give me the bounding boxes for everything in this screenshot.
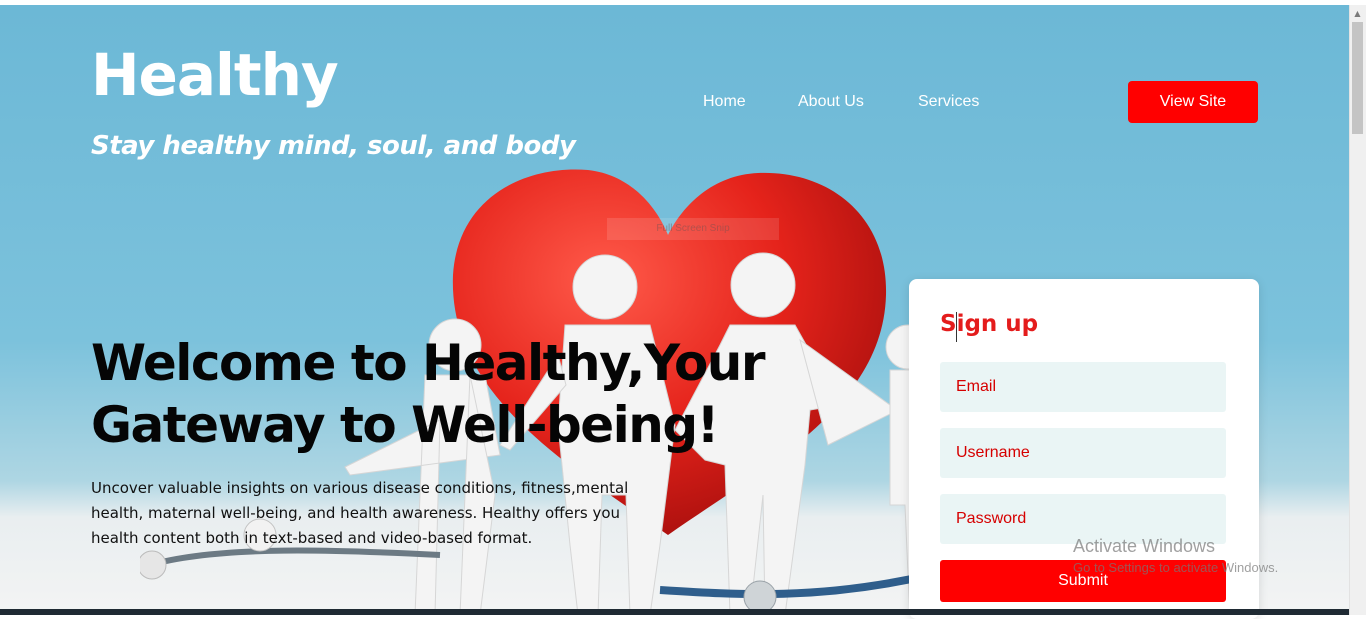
site-logo[interactable]: Healthy [91, 46, 339, 104]
view-site-button[interactable]: View Site [1128, 81, 1258, 123]
email-field[interactable] [940, 362, 1226, 412]
text-cursor [956, 312, 957, 342]
scrollbar-thumb[interactable] [1352, 22, 1363, 134]
activate-windows-title: Activate Windows [1073, 536, 1216, 556]
signup-title: Sign up [940, 311, 1039, 337]
nav-services-link[interactable]: Services [918, 93, 979, 111]
nav-about-us-link[interactable]: About Us [798, 93, 864, 111]
scroll-up-arrow-icon[interactable]: ▲ [1349, 8, 1366, 20]
nav-home-link[interactable]: Home [703, 93, 746, 111]
snip-overlay: Full Screen Snip [607, 218, 779, 240]
username-field[interactable] [940, 428, 1226, 478]
hero-headline: Welcome to Healthy,Your Gateway to Well-… [91, 334, 766, 454]
activate-windows-subtitle: Go to Settings to activate Windows. [1073, 560, 1279, 575]
taskbar-edge [0, 609, 1349, 615]
hero-description: Uncover valuable insights on various dis… [91, 479, 629, 547]
tagline: Stay healthy mind, soul, and body [91, 131, 576, 161]
activate-windows-watermark: Activate Windows Go to Settings to activ… [1073, 536, 1278, 575]
